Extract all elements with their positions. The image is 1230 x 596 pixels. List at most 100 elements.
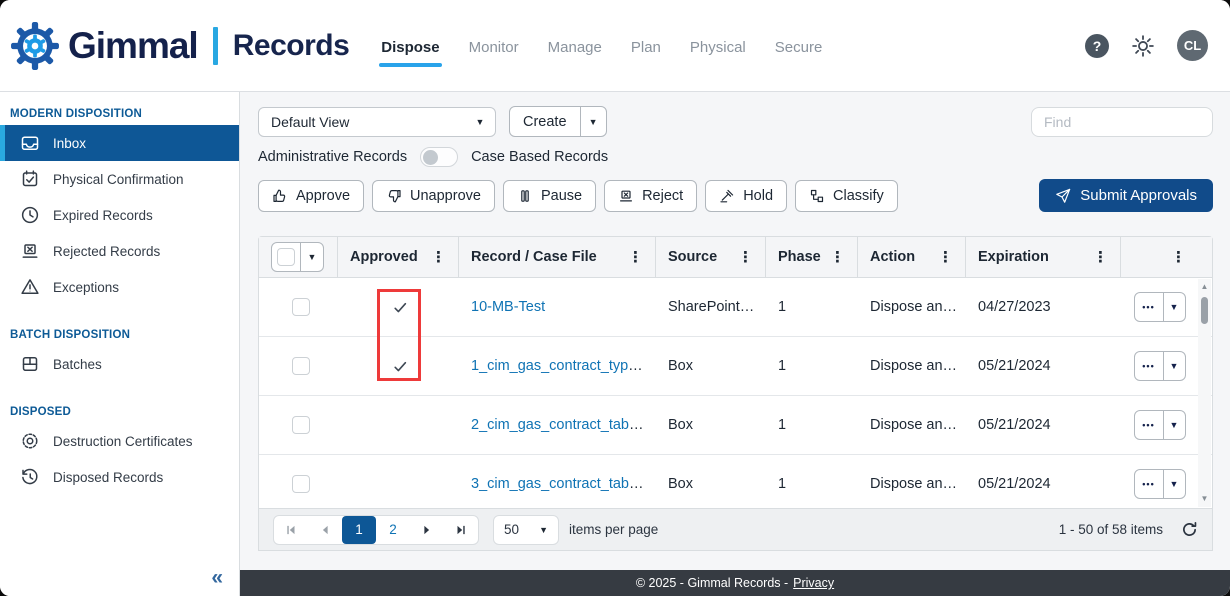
chevron-down-icon[interactable]: ▼	[1164, 352, 1185, 380]
row-checkbox[interactable]	[292, 416, 310, 434]
check-icon	[392, 299, 409, 316]
avatar[interactable]: CL	[1177, 30, 1208, 61]
button-label: Unapprove	[410, 188, 481, 204]
ellipsis-icon[interactable]: •••	[1135, 411, 1163, 439]
select-all-control[interactable]: ▼	[271, 242, 324, 272]
column-header-source[interactable]: Source⋮	[656, 237, 766, 277]
nav-tab-monitor[interactable]: Monitor	[469, 35, 519, 56]
thumbs-up-icon	[272, 188, 288, 204]
nav-tab-secure[interactable]: Secure	[775, 35, 823, 56]
phase-cell: 1	[766, 417, 858, 433]
sidebar-collapse-icon[interactable]: «	[211, 566, 223, 590]
ellipsis-icon[interactable]: •••	[1135, 352, 1163, 380]
pager-nav: 12	[273, 515, 479, 545]
reject-button[interactable]: Reject	[604, 180, 697, 212]
nav-tab-dispose[interactable]: Dispose	[381, 35, 439, 56]
chevron-down-icon[interactable]: ▼	[1164, 470, 1185, 498]
help-icon[interactable]: ?	[1085, 34, 1109, 58]
column-header-approved[interactable]: Approved⋮	[338, 237, 459, 277]
row-menu-button[interactable]: •••▼	[1134, 292, 1186, 322]
sidebar-item-exceptions[interactable]: Exceptions	[0, 269, 239, 305]
column-header-action[interactable]: Action⋮	[858, 237, 966, 277]
chevron-down-icon[interactable]: ▼	[1164, 293, 1185, 321]
column-menu-icon[interactable]: ⋮	[1089, 248, 1112, 266]
pager-prev-icon	[318, 523, 332, 537]
refresh-icon[interactable]	[1181, 521, 1198, 538]
ellipsis-icon[interactable]: •••	[1135, 293, 1163, 321]
rejected-box-icon	[20, 241, 40, 261]
chevron-down-icon[interactable]: ▼	[1164, 411, 1185, 439]
page-size-select[interactable]: 50 ▼	[493, 515, 559, 545]
sidebar-item-disposed-records[interactable]: Disposed Records	[0, 459, 239, 495]
row-menu-button[interactable]: •••▼	[1134, 469, 1186, 499]
create-button[interactable]: Create ▼	[509, 106, 607, 137]
column-menu-icon[interactable]: ⋮	[427, 248, 450, 266]
button-label: Pause	[541, 188, 582, 204]
page-size-value: 50	[504, 522, 519, 537]
column-menu-icon[interactable]: ⋮	[934, 248, 957, 266]
sidebar-item-batches[interactable]: Batches	[0, 346, 239, 382]
send-icon	[1055, 188, 1071, 204]
first-page-button[interactable]	[274, 516, 308, 544]
scroll-thumb[interactable]	[1201, 297, 1208, 324]
privacy-link[interactable]: Privacy	[793, 576, 834, 590]
row-menu-button[interactable]: •••▼	[1134, 351, 1186, 381]
nav-tab-physical[interactable]: Physical	[690, 35, 746, 56]
sidebar-item-rejected-records[interactable]: Rejected Records	[0, 233, 239, 269]
record-cell: 10-MB-Test	[459, 299, 656, 315]
sidebar-item-expired-records[interactable]: Expired Records	[0, 197, 239, 233]
hold-button[interactable]: Hold	[705, 180, 787, 212]
row-checkbox[interactable]	[292, 475, 310, 493]
next-page-button[interactable]	[410, 516, 444, 544]
unapprove-button[interactable]: Unapprove	[372, 180, 495, 212]
column-menu-icon[interactable]: ⋮	[734, 248, 757, 266]
sidebar-item-inbox[interactable]: Inbox	[0, 125, 239, 161]
record-type-toggle[interactable]	[420, 147, 458, 167]
column-header-phase[interactable]: Phase⋮	[766, 237, 858, 277]
grid-scrollbar[interactable]: ▲ ▼	[1198, 279, 1211, 507]
sidebar-item-physical-confirmation[interactable]: Physical Confirmation	[0, 161, 239, 197]
scroll-up-icon[interactable]: ▲	[1201, 279, 1209, 295]
row-select-cell	[259, 475, 338, 493]
nav-tab-manage[interactable]: Manage	[548, 35, 602, 56]
column-menu-icon[interactable]: ⋮	[826, 248, 849, 266]
nav-tab-plan[interactable]: Plan	[631, 35, 661, 56]
ellipsis-icon[interactable]: •••	[1135, 470, 1163, 498]
column-menu-icon[interactable]: ⋮	[1167, 248, 1190, 266]
sidebar-item-destruction-certificates[interactable]: Destruction Certificates	[0, 423, 239, 459]
main-panel: Default View ▼ Create ▼ Administrative R…	[240, 92, 1230, 596]
row-checkbox[interactable]	[292, 298, 310, 316]
record-link[interactable]: 1_cim_gas_contract_type_cr...	[471, 358, 656, 374]
find-input[interactable]	[1031, 107, 1213, 137]
column-label: Record / Case File	[471, 249, 597, 265]
row-checkbox[interactable]	[292, 357, 310, 375]
scroll-down-icon[interactable]: ▼	[1201, 491, 1209, 507]
column-header-record-case-file[interactable]: Record / Case File ⋮	[459, 237, 656, 277]
create-button-label[interactable]: Create	[510, 107, 580, 136]
record-link[interactable]: 10-MB-Test	[471, 299, 545, 315]
page-button-1[interactable]: 1	[342, 516, 376, 544]
sidebar-item-label: Rejected Records	[53, 244, 160, 259]
view-select[interactable]: Default View ▼	[258, 107, 496, 137]
record-link[interactable]: 3_cim_gas_contract_tab_dis...	[471, 476, 656, 492]
create-dropdown-icon[interactable]: ▼	[581, 107, 606, 136]
page-button-2[interactable]: 2	[376, 516, 410, 544]
admin-records-label: Administrative Records	[258, 149, 407, 165]
prev-page-button[interactable]	[308, 516, 342, 544]
column-menu-icon[interactable]: ⋮	[624, 248, 647, 266]
submit-approvals-button[interactable]: Submit Approvals	[1039, 179, 1213, 212]
gear-icon[interactable]	[1130, 33, 1156, 59]
pause-icon	[517, 188, 533, 204]
pause-button[interactable]: Pause	[503, 180, 596, 212]
classify-button[interactable]: Classify	[795, 180, 898, 212]
last-page-button[interactable]	[444, 516, 478, 544]
select-all-checkbox[interactable]	[277, 248, 295, 266]
row-menu-button[interactable]: •••▼	[1134, 410, 1186, 440]
column-header-expiration[interactable]: Expiration⋮	[966, 237, 1121, 277]
chevron-down-icon[interactable]: ▼	[301, 252, 323, 262]
range-label: 1 - 50 of 58 items	[1059, 522, 1163, 537]
chevron-down-icon[interactable]: ▼	[465, 117, 495, 127]
button-label: Hold	[743, 188, 773, 204]
record-link[interactable]: 2_cim_gas_contract_tab_dis...	[471, 417, 656, 433]
approve-button[interactable]: Approve	[258, 180, 364, 212]
